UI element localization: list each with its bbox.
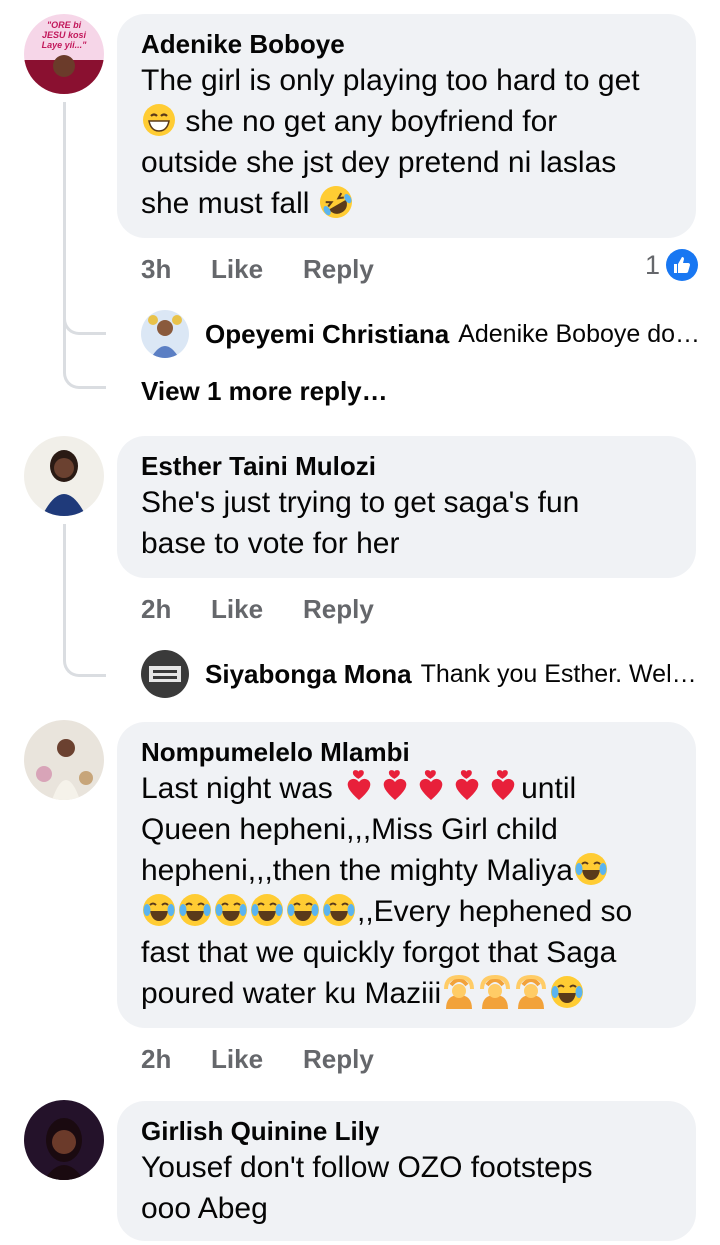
comment-text: Yousef don't follow OZO footsteps ooo Ab… xyxy=(141,1147,672,1229)
svg-text:"ORE bi: "ORE bi xyxy=(47,20,82,30)
avatar[interactable]: "ORE bi JESU kosi Laye yii..." xyxy=(24,14,104,94)
tears-of-joy-icon xyxy=(550,975,584,1009)
reply-button[interactable]: Reply xyxy=(303,254,374,285)
comment-line: Yousef don't follow OZO footsteps xyxy=(141,1151,593,1184)
comment-line: she no get any boyfriend for xyxy=(141,101,672,142)
reply-connector xyxy=(63,356,106,389)
comment-time: 2h xyxy=(141,1044,172,1074)
reply-item[interactable]: Siyabonga Mona Thank you Esther. Wel… xyxy=(141,650,697,698)
tears-of-joy-icon xyxy=(574,852,608,886)
reaction-count[interactable]: 1 xyxy=(645,249,698,281)
comment-text: Last night was until Queen hepheni,,,Mis… xyxy=(141,768,672,1014)
like-button[interactable]: Like xyxy=(211,254,303,285)
thread-line xyxy=(63,102,66,372)
comment-line: hepheni,,,then the mighty Maliya xyxy=(141,850,672,891)
comment-author[interactable]: Adenike Boboye xyxy=(141,28,672,60)
comment-time: 3h xyxy=(141,254,172,284)
avatar[interactable] xyxy=(24,720,104,800)
comment-author[interactable]: Girlish Quinine Lily xyxy=(141,1115,672,1147)
like-button[interactable]: Like xyxy=(211,1044,303,1075)
reply-author[interactable]: Opeyemi Christiana xyxy=(205,319,449,350)
avatar[interactable] xyxy=(141,310,189,358)
svg-text:JESU kosi: JESU kosi xyxy=(42,30,87,40)
reply-button[interactable]: Reply xyxy=(303,594,374,625)
avatar[interactable] xyxy=(141,650,189,698)
comment-line: Queen hepheni,,,Miss Girl child xyxy=(141,813,558,846)
thread-line xyxy=(63,524,66,644)
comment-bubble[interactable]: Girlish Quinine Lily Yousef don't follow… xyxy=(117,1101,696,1241)
comment-line: ,,Every hephened so xyxy=(141,891,672,932)
comment-bubble[interactable]: Nompumelelo Mlambi Last night was until … xyxy=(117,722,696,1028)
comment-text: She's just trying to get saga's fun base… xyxy=(141,482,672,564)
comment-bubble[interactable]: Esther Taini Mulozi She's just trying to… xyxy=(117,436,696,578)
avatar[interactable] xyxy=(24,436,104,516)
comment-time: 2h xyxy=(141,594,172,624)
comment-line: outside she jst dey pretend ni laslas xyxy=(141,146,617,179)
ok-gesture-icon xyxy=(441,975,549,1010)
comment-author[interactable]: Nompumelelo Mlambi xyxy=(141,736,672,768)
comment-line: Last night was until xyxy=(141,770,577,805)
tears-of-joy-icon xyxy=(141,894,357,928)
comment-line: poured water ku Maziii xyxy=(141,973,672,1014)
comment-actions: 2h Like Reply xyxy=(141,594,374,625)
reply-connector xyxy=(63,640,106,677)
reply-text: Thank you Esther. Wel… xyxy=(420,659,697,688)
comment-line: base to vote for her xyxy=(141,527,400,560)
comment-bubble[interactable]: Adenike Boboye The girl is only playing … xyxy=(117,14,696,238)
comment-author[interactable]: Esther Taini Mulozi xyxy=(141,450,672,482)
view-more-replies-link[interactable]: View 1 more reply… xyxy=(141,376,388,407)
comment-line: ooo Abeg xyxy=(141,1192,268,1225)
comment-text: The girl is only playing too hard to get… xyxy=(141,60,672,224)
rolling-laughing-icon xyxy=(319,185,353,219)
reaction-number: 1 xyxy=(644,249,660,280)
thumbs-up-icon xyxy=(666,249,698,281)
reply-text: Adenike Boboye do… xyxy=(458,319,701,348)
comment-line: The girl is only playing too hard to get xyxy=(141,64,640,97)
reply-connector xyxy=(63,300,106,335)
reply-button[interactable]: Reply xyxy=(303,1044,374,1075)
comment-line: she must fall xyxy=(141,183,672,224)
like-button[interactable]: Like xyxy=(211,594,303,625)
svg-text:Laye yii...": Laye yii..." xyxy=(42,40,88,50)
reply-author[interactable]: Siyabonga Mona xyxy=(205,659,412,690)
reply-item[interactable]: Opeyemi Christiana Adenike Boboye do… xyxy=(141,310,700,358)
comment-line: fast that we quickly forgot that Saga xyxy=(141,936,617,969)
two-hearts-icon xyxy=(341,770,521,805)
comment-actions: 2h Like Reply xyxy=(141,1044,374,1075)
comment-line: She's just trying to get saga's fun xyxy=(141,486,580,519)
grinning-face-icon xyxy=(142,103,176,137)
avatar[interactable] xyxy=(24,1100,104,1180)
comment-actions: 3h Like Reply xyxy=(141,254,374,285)
